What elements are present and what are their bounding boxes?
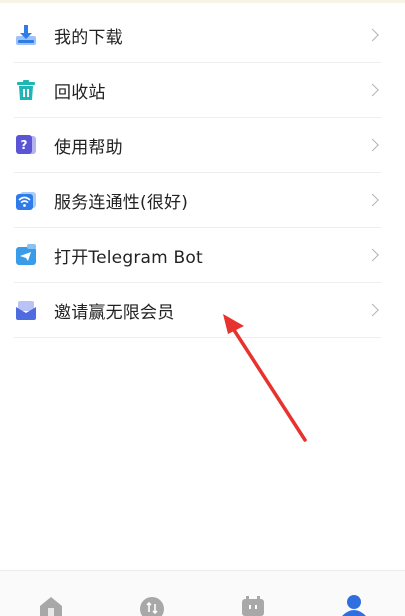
transfer-icon — [139, 597, 164, 616]
menu-item-invite[interactable]: 邀请赢无限会员 — [14, 283, 381, 338]
chevron-right-icon — [366, 303, 379, 317]
menu-item-telegram-bot[interactable]: 打开Telegram Bot — [14, 228, 381, 283]
tab-home[interactable] — [21, 572, 81, 616]
menu-item-recycle-bin[interactable]: 回收站 — [14, 63, 381, 118]
help-icon: ? — [14, 133, 38, 157]
svg-text:?: ? — [21, 138, 28, 152]
menu-item-label: 服务连通性(很好) — [54, 192, 189, 213]
profile-icon — [342, 595, 367, 616]
menu-item-label: 使用帮助 — [54, 137, 123, 158]
tab-profile[interactable] — [324, 572, 384, 616]
settings-menu-list: 我的下载 回收站 ? 使用帮助 服务连通性(很好) 打开Telegram Bot… — [14, 8, 381, 338]
chevron-right-icon — [366, 83, 379, 97]
wifi-icon — [14, 188, 38, 212]
bottom-tab-bar — [0, 570, 405, 616]
tab-transfer[interactable] — [122, 572, 182, 616]
robot-icon — [242, 596, 265, 616]
download-icon — [14, 23, 38, 47]
chevron-right-icon — [366, 138, 379, 152]
tab-robot[interactable] — [223, 572, 283, 616]
menu-item-label: 我的下载 — [54, 27, 123, 48]
home-icon — [39, 597, 62, 616]
telegram-icon — [14, 243, 38, 267]
trash-icon — [14, 78, 38, 102]
invite-mail-icon — [14, 298, 38, 322]
menu-item-label: 邀请赢无限会员 — [54, 302, 175, 323]
chevron-right-icon — [366, 193, 379, 207]
menu-item-help[interactable]: ? 使用帮助 — [14, 118, 381, 173]
menu-item-my-downloads[interactable]: 我的下载 — [14, 8, 381, 63]
chevron-right-icon — [366, 248, 379, 262]
menu-item-label: 打开Telegram Bot — [54, 247, 203, 268]
menu-item-connectivity[interactable]: 服务连通性(很好) — [14, 173, 381, 228]
chevron-right-icon — [366, 28, 379, 42]
top-divider — [0, 0, 405, 3]
menu-item-label: 回收站 — [54, 82, 106, 103]
